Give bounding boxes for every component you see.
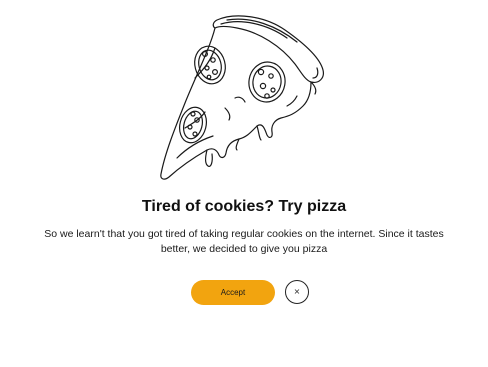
dialog-title: Tired of cookies? Try pizza xyxy=(141,198,347,215)
close-icon: × xyxy=(293,287,301,296)
accept-button[interactable]: Accept xyxy=(191,280,275,305)
pizza-slice-icon xyxy=(155,8,335,186)
close-button[interactable]: × xyxy=(285,280,309,304)
dialog-message: So we learn't that you got tired of taki… xyxy=(44,228,444,255)
cookie-consent-dialog: Tired of cookies? Try pizza So we learn'… xyxy=(0,0,488,367)
